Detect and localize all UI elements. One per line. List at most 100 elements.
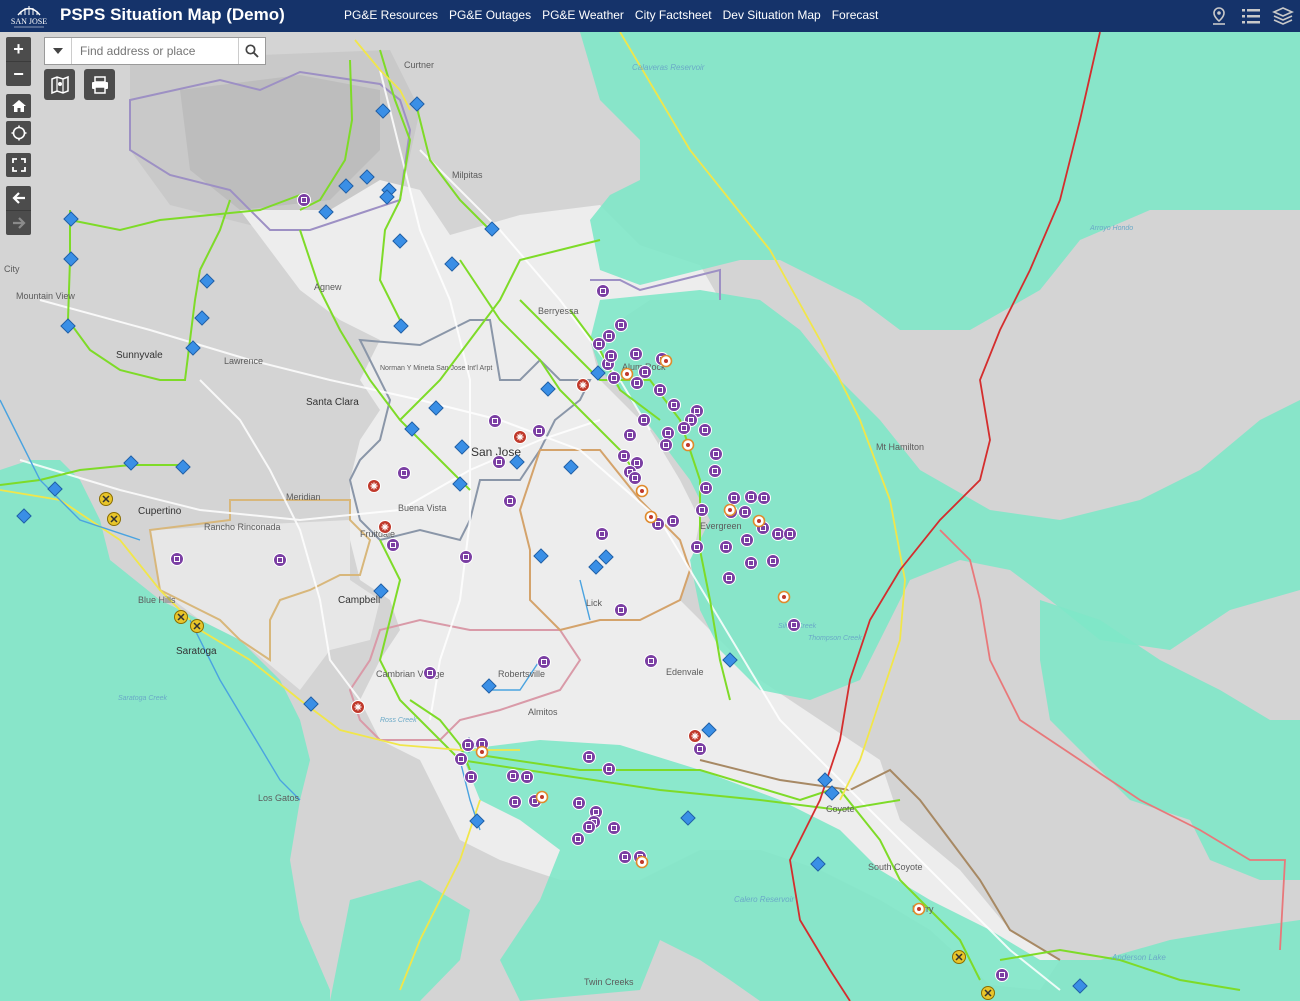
hazard-marker[interactable]	[174, 610, 188, 624]
nav-pge-outages[interactable]: PG&E Outages	[449, 8, 531, 22]
search-source-dropdown[interactable]	[45, 38, 72, 64]
facility-marker[interactable]	[459, 550, 473, 564]
incident-marker[interactable]	[752, 514, 766, 528]
fullscreen-button[interactable]	[6, 153, 31, 177]
fire-station-marker[interactable]	[378, 520, 392, 534]
facility-marker[interactable]	[508, 795, 522, 809]
facility-marker[interactable]	[488, 414, 502, 428]
facility-marker[interactable]	[637, 413, 651, 427]
facility-marker[interactable]	[628, 471, 642, 485]
facility-marker[interactable]	[520, 770, 534, 784]
facility-marker[interactable]	[506, 769, 520, 783]
facility-marker[interactable]	[787, 618, 801, 632]
facility-marker[interactable]	[722, 571, 736, 585]
facility-marker[interactable]	[699, 481, 713, 495]
location-pin-icon[interactable]	[1208, 5, 1230, 27]
facility-marker[interactable]	[677, 421, 691, 435]
legend-list-icon[interactable]	[1240, 5, 1262, 27]
facility-marker[interactable]	[738, 505, 752, 519]
fire-station-marker[interactable]	[367, 479, 381, 493]
facility-marker[interactable]	[666, 514, 680, 528]
incident-marker[interactable]	[635, 855, 649, 869]
facility-marker[interactable]	[592, 337, 606, 351]
incident-marker[interactable]	[681, 438, 695, 452]
facility-marker[interactable]	[667, 398, 681, 412]
facility-marker[interactable]	[582, 750, 596, 764]
facility-marker[interactable]	[727, 491, 741, 505]
facility-marker[interactable]	[454, 752, 468, 766]
facility-marker[interactable]	[607, 821, 621, 835]
facility-marker[interactable]	[653, 383, 667, 397]
city-logo[interactable]: SAN JOSE	[8, 2, 50, 30]
facility-marker[interactable]	[693, 742, 707, 756]
fire-station-marker[interactable]	[513, 430, 527, 444]
facility-marker[interactable]	[596, 284, 610, 298]
facility-marker[interactable]	[644, 654, 658, 668]
facility-marker[interactable]	[695, 503, 709, 517]
facility-marker[interactable]	[661, 426, 675, 440]
facility-marker[interactable]	[604, 349, 618, 363]
facility-marker[interactable]	[766, 554, 780, 568]
facility-marker[interactable]	[397, 466, 411, 480]
facility-marker[interactable]	[757, 491, 771, 505]
facility-marker[interactable]	[461, 738, 475, 752]
facility-marker[interactable]	[709, 447, 723, 461]
facility-marker[interactable]	[708, 464, 722, 478]
facility-marker[interactable]	[595, 527, 609, 541]
facility-marker[interactable]	[386, 538, 400, 552]
facility-marker[interactable]	[618, 850, 632, 864]
incident-marker[interactable]	[777, 590, 791, 604]
facility-marker[interactable]	[423, 666, 437, 680]
facility-marker[interactable]	[659, 438, 673, 452]
facility-marker[interactable]	[744, 556, 758, 570]
facility-marker[interactable]	[740, 533, 754, 547]
locate-button[interactable]	[6, 121, 31, 145]
facility-marker[interactable]	[629, 347, 643, 361]
incident-marker[interactable]	[620, 367, 634, 381]
facility-marker[interactable]	[297, 193, 311, 207]
nav-city-factsheet[interactable]: City Factsheet	[635, 8, 712, 22]
incident-marker[interactable]	[723, 503, 737, 517]
facility-marker[interactable]	[170, 552, 184, 566]
facility-marker[interactable]	[744, 490, 758, 504]
nav-forecast[interactable]: Forecast	[832, 8, 879, 22]
facility-marker[interactable]	[630, 376, 644, 390]
basemap-gallery-button[interactable]	[44, 69, 75, 100]
print-button[interactable]	[84, 69, 115, 100]
zoom-in-button[interactable]: +	[6, 37, 31, 61]
facility-marker[interactable]	[995, 968, 1009, 982]
facility-marker[interactable]	[464, 770, 478, 784]
home-button[interactable]	[6, 94, 31, 118]
hazard-marker[interactable]	[107, 512, 121, 526]
facility-marker[interactable]	[503, 494, 517, 508]
facility-marker[interactable]	[582, 820, 596, 834]
facility-marker[interactable]	[602, 762, 616, 776]
facility-marker[interactable]	[617, 449, 631, 463]
facility-marker[interactable]	[532, 424, 546, 438]
incident-marker[interactable]	[475, 745, 489, 759]
facility-marker[interactable]	[492, 455, 506, 469]
facility-marker[interactable]	[771, 527, 785, 541]
forward-button[interactable]	[6, 210, 31, 235]
hazard-marker[interactable]	[981, 986, 995, 1000]
incident-marker[interactable]	[659, 354, 673, 368]
fire-station-marker[interactable]	[688, 729, 702, 743]
incident-marker[interactable]	[912, 902, 926, 916]
search-button[interactable]	[238, 38, 265, 64]
nav-dev-situation-map[interactable]: Dev Situation Map	[723, 8, 821, 22]
facility-marker[interactable]	[614, 318, 628, 332]
facility-marker[interactable]	[698, 423, 712, 437]
fire-station-marker[interactable]	[576, 378, 590, 392]
facility-marker[interactable]	[273, 553, 287, 567]
facility-marker[interactable]	[623, 428, 637, 442]
back-button[interactable]	[6, 186, 31, 210]
hazard-marker[interactable]	[190, 619, 204, 633]
facility-marker[interactable]	[614, 603, 628, 617]
hazard-marker[interactable]	[952, 950, 966, 964]
incident-marker[interactable]	[635, 484, 649, 498]
facility-marker[interactable]	[537, 655, 551, 669]
layers-icon[interactable]	[1272, 5, 1294, 27]
facility-marker[interactable]	[571, 832, 585, 846]
facility-marker[interactable]	[783, 527, 797, 541]
facility-marker[interactable]	[638, 365, 652, 379]
